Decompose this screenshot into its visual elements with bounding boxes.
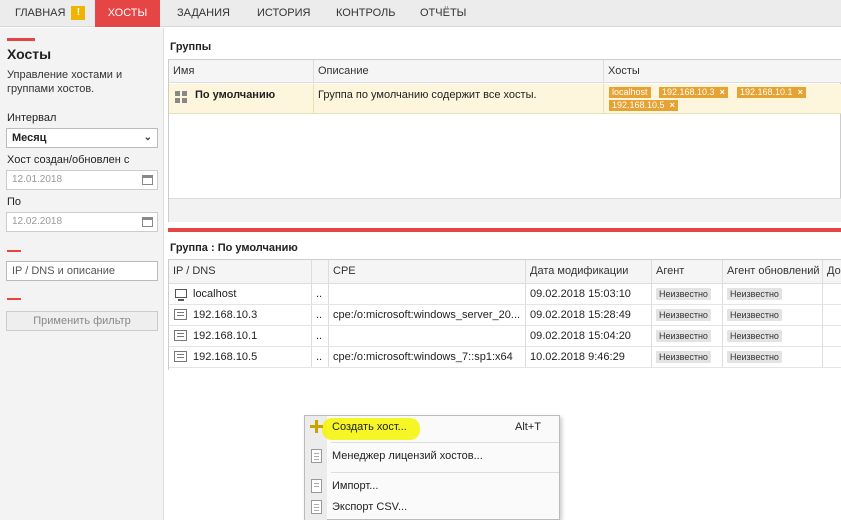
panel-divider[interactable] <box>168 228 841 232</box>
status-badge: Неизвестно <box>727 351 782 363</box>
apply-filter-button[interactable]: Применить фильтр <box>6 311 158 331</box>
date-to-input[interactable]: 12.02.2018 <box>6 212 158 232</box>
host-tag: 192.168.10.3 × <box>659 87 728 98</box>
column-header-more[interactable] <box>312 260 329 283</box>
remove-icon[interactable]: × <box>720 87 725 97</box>
page-description: Управление хостами и группами хостов. <box>7 69 123 95</box>
column-header-update-agent[interactable]: Агент обновлений <box>723 260 823 283</box>
interval-select[interactable]: Месяц ⌄ <box>6 128 158 148</box>
warning-icon: ! <box>71 6 86 21</box>
computer-icon <box>175 289 187 301</box>
search-input[interactable]: IP / DNS и описание <box>6 261 158 281</box>
status-badge: Неизвестно <box>727 309 782 321</box>
shortcut-label: Alt+T <box>515 421 541 433</box>
menu-item-import[interactable]: Импорт... <box>305 476 559 496</box>
column-header-name[interactable]: Имя <box>169 60 314 83</box>
table-row[interactable]: 192.168.10.1 .. 09.02.2018 15:04:20 Неиз… <box>169 326 841 347</box>
column-header-cpe[interactable]: CPE <box>329 260 526 283</box>
accent-bar <box>7 38 35 41</box>
document-icon <box>311 449 322 463</box>
more-button[interactable]: .. <box>312 326 329 346</box>
filter-sidebar: Хосты Управление хостами и группами хост… <box>0 28 164 520</box>
group-name: По умолчанию <box>195 89 276 101</box>
hosts-panel-title: Группа : По умолчанию <box>170 242 298 254</box>
more-button[interactable]: .. <box>312 284 329 304</box>
more-button[interactable]: .. <box>312 347 329 367</box>
group-row[interactable]: По умолчанию Группа по умолчанию содержи… <box>169 84 841 114</box>
more-button[interactable]: .. <box>312 305 329 325</box>
nav-tab-history[interactable]: ИСТОРИЯ <box>257 0 310 27</box>
menu-item-create-host[interactable]: Создать хост... Alt+T <box>305 417 559 437</box>
remove-icon[interactable]: × <box>670 100 675 110</box>
section-divider <box>7 250 21 252</box>
column-header-ip-dns[interactable]: IP / DNS <box>169 260 312 283</box>
status-badge: Неизвестно <box>656 330 711 342</box>
nav-tab-tasks[interactable]: ЗАДАНИЯ <box>177 0 230 27</box>
status-badge: Неизвестно <box>656 309 711 321</box>
plus-icon <box>310 420 323 433</box>
hosts-header: IP / DNS CPE Дата модификации Агент Аген… <box>169 260 841 284</box>
import-icon <box>311 479 322 493</box>
status-badge: Неизвестно <box>656 351 711 363</box>
calendar-icon[interactable] <box>142 217 153 227</box>
created-from-label: Хост создан/обновлен с <box>7 154 130 166</box>
column-header-agent[interactable]: Агент <box>652 260 723 283</box>
chevron-down-icon: ⌄ <box>143 132 152 143</box>
nav-tab-reports[interactable]: ОТЧЁТЫ <box>420 0 466 27</box>
status-badge: Неизвестно <box>727 288 782 300</box>
table-row[interactable]: 192.168.10.3 .. cpe:/o:microsoft:windows… <box>169 305 841 326</box>
menu-item-export-csv[interactable]: Экспорт CSV... <box>305 497 559 517</box>
groups-footer <box>169 198 841 222</box>
group-icon <box>175 91 188 104</box>
group-description: Группа по умолчанию содержит все хосты. <box>318 89 537 101</box>
column-header-description[interactable]: Описание <box>314 60 604 83</box>
section-divider <box>7 298 21 300</box>
column-header-hosts[interactable]: Хосты <box>604 60 841 83</box>
date-from-input[interactable]: 12.01.2018 <box>6 170 158 190</box>
host-tag: 192.168.10.1 × <box>737 87 806 98</box>
page-title: Хосты <box>7 46 52 62</box>
server-icon <box>174 351 187 362</box>
host-tag: 192.168.10.5 × <box>609 100 678 111</box>
remove-icon[interactable]: × <box>798 87 803 97</box>
nav-tab-control[interactable]: КОНТРОЛЬ <box>336 0 395 27</box>
calendar-icon[interactable] <box>142 175 153 185</box>
table-row[interactable]: localhost .. 09.02.2018 15:03:10 Неизвес… <box>169 284 841 305</box>
column-header-modified-date[interactable]: Дата модификации <box>526 260 652 283</box>
nav-tab-hosts[interactable]: ХОСТЫ <box>95 0 160 27</box>
server-icon <box>174 330 187 341</box>
groups-table: Имя Описание Хосты По умолчанию Группа п… <box>168 59 841 222</box>
table-row[interactable]: 192.168.10.5 .. cpe:/o:microsoft:windows… <box>169 347 841 368</box>
date-to-label: По <box>7 196 22 208</box>
server-icon <box>174 309 187 320</box>
top-nav: ГЛАВНАЯ! ХОСТЫ ЗАДАНИЯ ИСТОРИЯ КОНТРОЛЬ … <box>0 0 841 27</box>
host-tag: localhost <box>609 87 651 98</box>
context-menu-items: Создать хост... Alt+T Менеджер лицензий … <box>305 416 559 520</box>
export-icon <box>311 500 322 514</box>
status-badge: Неизвестно <box>656 288 711 300</box>
groups-title: Группы <box>170 41 212 53</box>
interval-label: Интервал <box>7 112 57 124</box>
status-badge: Неизвестно <box>727 330 782 342</box>
groups-header: Имя Описание Хосты <box>169 60 841 83</box>
column-header-extra[interactable]: До <box>823 260 841 283</box>
nav-tab-home[interactable]: ГЛАВНАЯ! <box>0 0 94 27</box>
hosts-table: IP / DNS CPE Дата модификации Агент Аген… <box>168 259 841 370</box>
menu-item-license-manager[interactable]: Менеджер лицензий хостов... <box>305 446 559 466</box>
